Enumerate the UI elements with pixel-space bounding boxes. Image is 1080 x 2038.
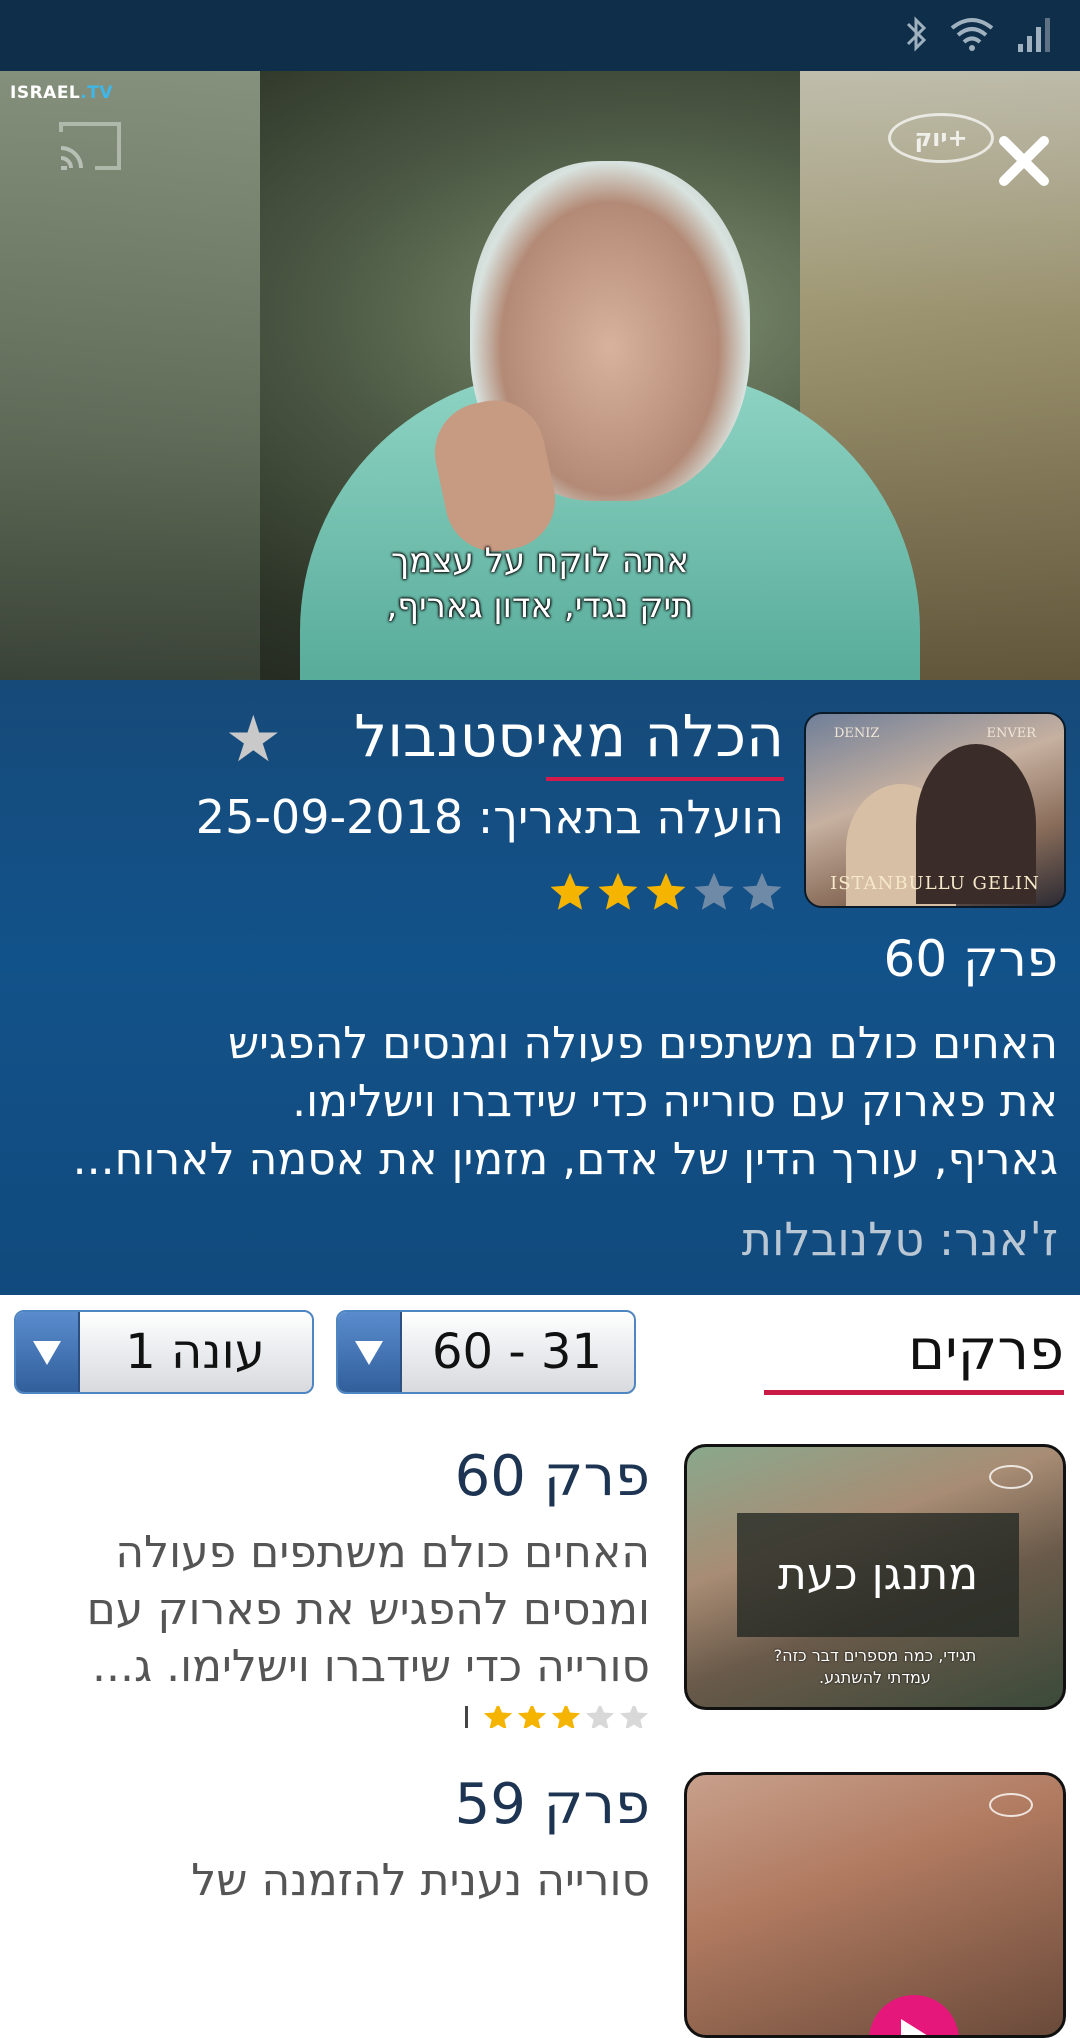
star-filled-icon <box>598 872 638 910</box>
play-icon <box>901 2019 927 2035</box>
current-episode-label: פרק 60 <box>883 930 1058 988</box>
broadcaster-logo: יוק+ <box>888 113 994 163</box>
status-bar <box>0 0 1080 71</box>
star-filled-icon <box>646 872 686 910</box>
video-player[interactable]: ISRAEL.TV יוק+ אתה לוקח על עצמך תיק נגדי… <box>0 71 1080 680</box>
signal-icon <box>1018 18 1050 52</box>
episode-title: פרק 59 <box>454 1772 650 1837</box>
season-value: עונה 1 <box>125 1324 265 1380</box>
triangle-down-icon <box>33 1341 61 1365</box>
episode-meta <box>451 1706 650 1728</box>
episode-description: סורייה נענית להזמנה של <box>191 1855 650 1906</box>
upload-date: הועלה בתאריך: 25-09-2018 <box>195 790 784 844</box>
favorite-star-icon[interactable]: ★ <box>225 708 282 772</box>
show-rating <box>548 870 784 914</box>
star-empty-icon <box>585 1706 615 1728</box>
poster-title: ISTANBULLU GELIN <box>830 873 1040 894</box>
dropdown-arrow <box>16 1312 80 1392</box>
star-empty-icon <box>694 872 734 910</box>
episode-rating <box>482 1706 650 1728</box>
show-info-panel: DENIZ ENVER ISTANBULLU GELIN ★ הכלה מאיס… <box>0 680 1080 1295</box>
poster-actor-right: ENVER <box>986 726 1036 741</box>
channel-logo: ISRAEL.TV <box>10 83 113 103</box>
play-button[interactable] <box>869 1995 959 2035</box>
broadcaster-logo-small <box>989 1465 1033 1489</box>
episode-range-value: 31 - 60 <box>432 1324 602 1380</box>
star-filled-icon <box>551 1706 581 1728</box>
video-subtitle-line1: אתה לוקח על עצמך <box>390 541 690 581</box>
thumbnail-subtitle: תגידי, כמה מספרים דבר כזה? עמדתי להשתגע. <box>773 1646 977 1687</box>
show-title: הכלה מאיסטנבול <box>354 702 784 770</box>
bluetooth-icon <box>906 16 927 52</box>
star-empty-icon <box>619 1706 649 1728</box>
broadcaster-logo-small <box>989 1793 1033 1817</box>
episode-range-dropdown[interactable]: 31 - 60 <box>336 1310 636 1394</box>
meta-separator <box>465 1706 468 1728</box>
triangle-down-icon <box>355 1341 383 1365</box>
star-filled-icon <box>483 1706 513 1728</box>
show-poster: DENIZ ENVER ISTANBULLU GELIN <box>804 712 1066 908</box>
channel-logo-main: ISRAEL <box>10 83 81 103</box>
close-icon[interactable] <box>996 133 1052 189</box>
poster-credits: DENIZ ENVER <box>806 726 1064 741</box>
episode-thumbnail[interactable] <box>684 1772 1066 2038</box>
poster-actor-left: DENIZ <box>834 726 880 741</box>
episode-title: פרק 60 <box>454 1444 650 1509</box>
cast-icon[interactable] <box>55 118 125 174</box>
video-subtitle-line2: תיק נגדי, אדון גאריף, <box>386 586 694 626</box>
star-filled-icon <box>517 1706 547 1728</box>
episode-thumbnail[interactable]: מתנגן כעת תגידי, כמה מספרים דבר כזה? עמד… <box>684 1444 1066 1710</box>
section-underline <box>764 1390 1064 1395</box>
channel-logo-accent: .TV <box>80 83 113 103</box>
title-underline <box>546 777 784 781</box>
star-empty-icon <box>742 872 782 910</box>
episode-description: האחים כולם משתפים פעולה ומנסים להפגיש את… <box>86 1527 650 1692</box>
episode-description: האחים כולם משתפים פעולה ומנסים להפגיש את… <box>72 1018 1058 1185</box>
dropdown-arrow <box>338 1312 402 1392</box>
episodes-section-title: פרקים <box>908 1318 1064 1383</box>
wifi-icon <box>950 18 994 51</box>
star-filled-icon <box>550 872 590 910</box>
genre-label: ז'אנר: טלנובלות <box>741 1212 1058 1266</box>
season-dropdown[interactable]: עונה 1 <box>14 1310 314 1394</box>
now-playing-label: מתנגן כעת <box>737 1513 1019 1637</box>
